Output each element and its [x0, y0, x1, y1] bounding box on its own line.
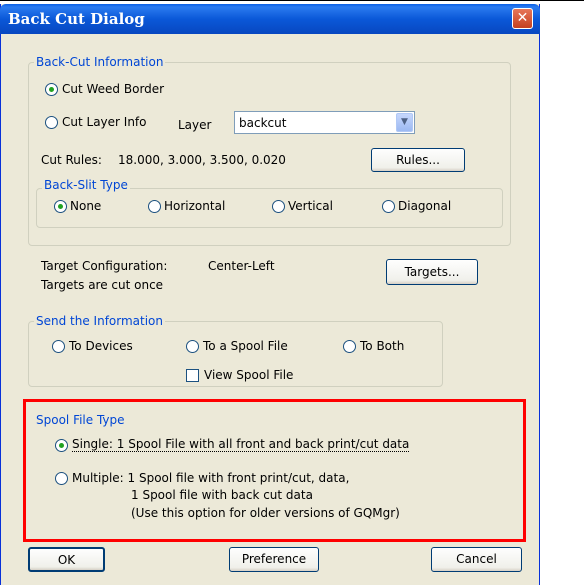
layer-select[interactable]: backcut ▼ [234, 111, 415, 134]
targets-cut-note: Targets are cut once [41, 278, 164, 292]
chevron-down-icon: ▼ [401, 117, 408, 127]
cut-weed-border-label[interactable]: Cut Weed Border [62, 82, 164, 96]
backslit-none-radio[interactable] [54, 200, 67, 213]
backslit-horizontal-label[interactable]: Horizontal [164, 199, 225, 213]
spool-multiple-radio[interactable] [55, 472, 68, 485]
spool-multiple-label[interactable]: Multiple: 1 Spool file with front print/… [72, 471, 349, 485]
top-border-line [0, 0, 584, 1]
view-spool-file-label[interactable]: View Spool File [204, 368, 293, 382]
cut-weed-border-radio[interactable] [45, 83, 58, 96]
backslit-horizontal-radio[interactable] [148, 200, 161, 213]
window-title: Back Cut Dialog [8, 10, 145, 28]
backcut-legend: Back-Cut Information [34, 55, 166, 69]
backslit-legend: Back-Slit Type [42, 178, 130, 192]
spool-single-label[interactable]: Single: 1 Spool File with all front and … [72, 437, 410, 452]
spool-legend: Spool File Type [36, 413, 125, 427]
target-config-label: Target Configuration: [41, 259, 168, 273]
layer-dropdown-button[interactable]: ▼ [396, 113, 413, 132]
backslit-diagonal-label[interactable]: Diagonal [398, 199, 451, 213]
to-spool-file-radio[interactable] [186, 340, 199, 353]
to-both-radio[interactable] [343, 340, 356, 353]
targets-button[interactable]: Targets... [386, 259, 478, 285]
spool-single-radio[interactable] [55, 439, 68, 452]
to-both-label[interactable]: To Both [360, 339, 404, 353]
backslit-none-label[interactable]: None [70, 199, 101, 213]
backslit-vertical-label[interactable]: Vertical [288, 199, 333, 213]
to-spool-file-label[interactable]: To a Spool File [203, 339, 288, 353]
cut-rules-label: Cut Rules: [41, 153, 102, 167]
layer-label: Layer [178, 118, 212, 132]
cut-layer-info-radio[interactable] [45, 116, 58, 129]
layer-select-value: backcut [239, 116, 287, 130]
spool-multiple-line3: (Use this option for older versions of G… [131, 506, 400, 520]
preference-button[interactable]: Preference [229, 547, 319, 572]
cancel-button[interactable]: Cancel [431, 547, 522, 572]
backslit-diagonal-radio[interactable] [382, 200, 395, 213]
ok-button[interactable]: OK [28, 547, 105, 572]
spool-multiple-line2: 1 Spool file with back cut data [131, 488, 313, 502]
backslit-vertical-radio[interactable] [272, 200, 285, 213]
send-legend: Send the Information [34, 314, 166, 328]
cut-layer-info-label[interactable]: Cut Layer Info [62, 115, 147, 129]
target-config-value: Center-Left [208, 259, 275, 273]
close-icon: ✕ [516, 10, 529, 26]
to-devices-label[interactable]: To Devices [69, 339, 133, 353]
cut-rules-value: 18.000, 3.000, 3.500, 0.020 [118, 153, 286, 167]
close-button[interactable]: ✕ [512, 8, 533, 29]
to-devices-radio[interactable] [52, 340, 65, 353]
rules-button[interactable]: Rules... [371, 148, 465, 172]
view-spool-file-checkbox[interactable] [186, 369, 199, 382]
